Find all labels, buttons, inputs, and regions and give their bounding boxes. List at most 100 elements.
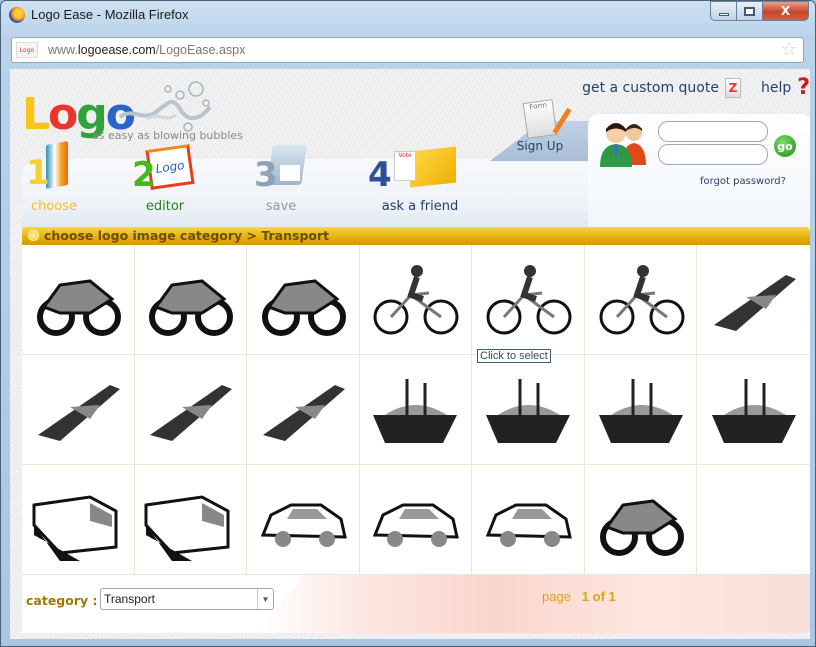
steamship-icon [373, 378, 458, 443]
category-select[interactable]: Transport ▼ [100, 588, 274, 610]
password-input[interactable] [658, 144, 768, 165]
ask-friend-envelope-icon: Vote 4 [368, 143, 470, 199]
image-grid [22, 245, 810, 575]
login-go-button[interactable]: go [774, 135, 796, 157]
dropdown-arrow-icon[interactable]: ▼ [257, 589, 273, 609]
passenger-train-icon [32, 494, 118, 561]
logo-letter: L [22, 89, 50, 140]
road-cyclist-icon [486, 264, 572, 334]
step-number: 3 [254, 155, 278, 195]
grid-cell-passenger-jet[interactable] [134, 355, 248, 465]
page-current: 1 [581, 589, 589, 604]
breadcrumb: choose logo image category > Transport [22, 227, 810, 245]
firefox-icon [9, 7, 25, 23]
save-floppy-icon: 3 [254, 143, 307, 199]
pagination: page 1 of 1 [542, 589, 616, 604]
custom-quote-link[interactable]: get a custom quote [582, 80, 719, 96]
grid-cell-police-car[interactable] [359, 465, 473, 575]
grid-cell-empty [697, 465, 810, 575]
footer: category : Transport ▼ page 1 of 1 [22, 575, 810, 633]
signup-form-icon: Form [522, 99, 558, 139]
grid-cell-sports-car[interactable] [472, 465, 585, 575]
url-domain: logoease.com [77, 43, 156, 57]
page-label: page [542, 589, 571, 604]
step-ask-a-friend[interactable]: Vote 4 ask a friend [368, 143, 470, 214]
grid-cell-locomotive[interactable] [134, 465, 248, 575]
window-title: Logo Ease - Mozilla Firefox [31, 7, 189, 22]
breadcrumb-text: choose logo image category > Transport [44, 228, 330, 243]
locomotive-icon [144, 494, 230, 561]
url-text[interactable]: www.logoease.com/LogoEase.aspx [48, 43, 245, 57]
address-bar[interactable]: Logo www.logoease.com/LogoEase.aspx ☆ [11, 37, 804, 63]
grid-cell-cruise-ship[interactable] [584, 355, 698, 465]
passenger-jet-icon [150, 384, 233, 441]
speedboat-icon [486, 378, 571, 443]
grid-cell-touring-motorcycle[interactable] [134, 245, 248, 355]
grid-cell-motorcycle-racer[interactable] [247, 245, 360, 355]
step-label: choose [30, 199, 78, 214]
step-label: ask a friend [381, 199, 459, 214]
quote-form-icon[interactable]: Z [724, 77, 741, 98]
minimize-button[interactable] [710, 1, 737, 21]
cruise-ship-icon [598, 378, 683, 443]
signup-label: Sign Up [516, 139, 564, 153]
grid-cell-road-cyclist[interactable] [472, 245, 585, 355]
title-bar: Logo Ease - Mozilla Firefox X [1, 1, 815, 31]
bookmark-star-icon[interactable]: ☆ [781, 39, 797, 60]
step-label: editor [145, 199, 185, 214]
help-link[interactable]: help [761, 80, 791, 96]
grid-cell-sports-sedan[interactable] [247, 465, 360, 575]
grid-cell-mountain-cyclist[interactable] [584, 245, 698, 355]
choose-book-icon: 1 [24, 141, 84, 199]
grid-cell-cyclist-gray[interactable] [359, 245, 473, 355]
tagline: as easy as blowing bubbles [92, 129, 243, 142]
grid-cell-fighter-jet[interactable] [247, 355, 360, 465]
fighter-jet-icon [262, 384, 345, 441]
sports-sedan-icon [260, 503, 347, 547]
users-icon [600, 123, 646, 167]
step-label: save [265, 199, 297, 214]
grid-cell-sailing-ship[interactable] [697, 355, 810, 465]
grid-cell-steamship[interactable] [359, 355, 473, 465]
close-icon: X [780, 4, 791, 18]
sailing-ship-icon [711, 378, 796, 443]
grid-cell-jet-fighter[interactable] [697, 245, 810, 355]
maximize-icon [744, 6, 755, 16]
step-number: 4 [368, 155, 392, 195]
category-label: category : [26, 593, 98, 608]
tooltip: Click to select [477, 349, 551, 363]
breadcrumb-bullet-icon [28, 230, 39, 241]
cartoon-airplane-icon [37, 384, 120, 441]
username-input[interactable] [658, 121, 768, 142]
logo-letter: o [48, 89, 78, 140]
signup-button[interactable]: Form Sign Up [510, 99, 570, 153]
step-number: 2 [132, 155, 156, 195]
step-save[interactable]: 3 save [254, 143, 307, 214]
editor-canvas-icon: Logo 2 [130, 143, 200, 199]
maximize-button[interactable] [737, 1, 763, 21]
sport-motorcycle-icon [36, 278, 121, 336]
cyclist-gray-icon [373, 264, 459, 334]
grid-cell-speedboat[interactable] [472, 355, 585, 465]
browser-window: Logo Ease - Mozilla Firefox X Logo www.l… [0, 0, 816, 647]
url-prefix: www. [48, 43, 78, 57]
step-choose[interactable]: 1 choose [24, 141, 84, 214]
sports-car-icon [485, 503, 572, 547]
grid-cell-motorcycle-with-sidecar[interactable] [584, 465, 698, 575]
forgot-password-link[interactable]: forgot password? [700, 176, 786, 187]
window-controls: X [710, 1, 809, 21]
help-question-icon[interactable]: ? [797, 75, 810, 100]
grid-cell-passenger-train[interactable] [22, 465, 135, 575]
minimize-icon [718, 12, 729, 16]
site-favicon: Logo [16, 42, 38, 58]
jet-fighter-icon [713, 274, 796, 331]
step-editor[interactable]: Logo 2 editor [130, 143, 200, 214]
grid-cell-cartoon-airplane[interactable] [22, 355, 135, 465]
web-page: Lo go as easy as blowing bubbles get a cu… [10, 69, 810, 639]
grid-cell-sport-motorcycle[interactable] [22, 245, 135, 355]
motorcycle-with-sidecar-icon [599, 498, 684, 556]
motorcycle-racer-icon [261, 278, 346, 336]
step-number: 1 [26, 153, 50, 193]
touring-motorcycle-icon [149, 278, 234, 336]
close-button[interactable]: X [763, 1, 809, 21]
